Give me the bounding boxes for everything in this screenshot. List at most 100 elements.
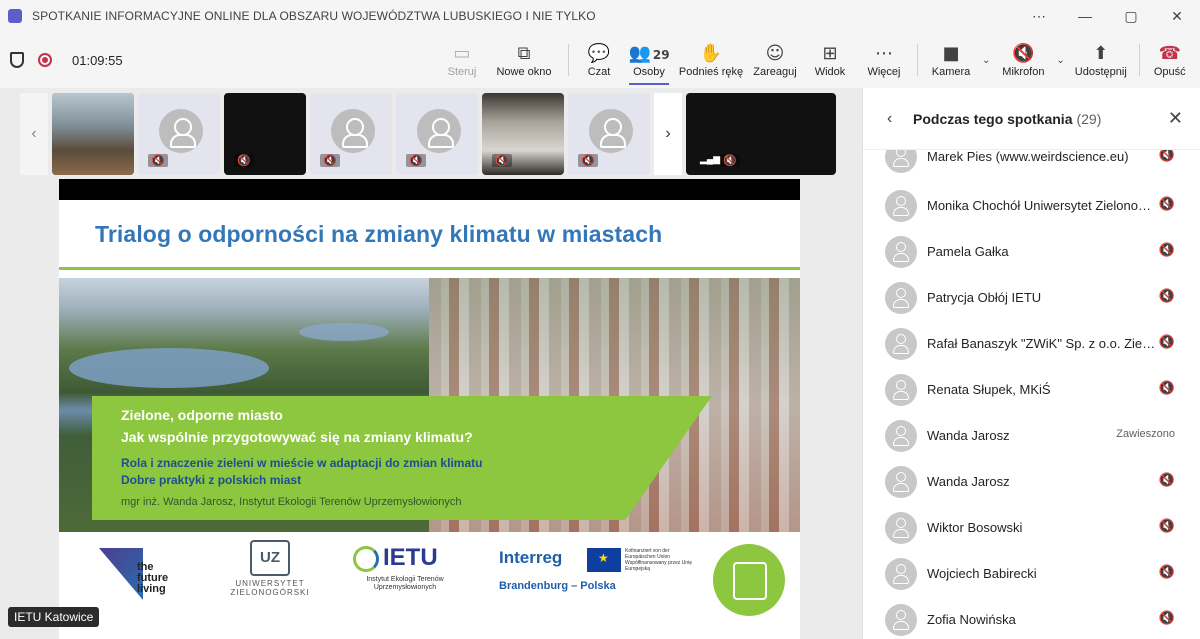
window-title: SPOTKANIE INFORMACYJNE ONLINE DLA OBSZAR… xyxy=(32,9,596,23)
participant-name: Wiktor Bosowski xyxy=(927,520,1023,535)
toolbar-divider xyxy=(568,44,569,76)
participant-row[interactable]: Wiktor Bosowski 🔇 xyxy=(863,505,1200,551)
banner-author: mgr inż. Wanda Jarosz, Instytut Ekologii… xyxy=(121,496,462,508)
teams-logo-icon xyxy=(8,9,22,23)
participant-row[interactable]: Pamela Gałka 🔇 xyxy=(863,229,1200,275)
close-icon[interactable]: ✕ xyxy=(1168,108,1183,129)
avatar xyxy=(885,150,917,173)
panel-title: Podczas tego spotkania xyxy=(913,110,1073,127)
avatar xyxy=(885,190,917,222)
mic-off-icon: 🔇 xyxy=(1158,565,1175,580)
video-tile[interactable]: 🔇 xyxy=(224,93,306,175)
more-options-icon[interactable]: ⋯ xyxy=(1016,8,1062,25)
chat-button[interactable]: 💬 Czat xyxy=(577,32,621,88)
leave-button[interactable]: ☎ Opuść xyxy=(1148,32,1192,88)
hang-up-icon: ☎ xyxy=(1158,43,1181,64)
chevron-left-icon[interactable]: ‹ xyxy=(20,93,48,175)
meeting-toolbar: 01:09:55 ▭ Steruj ⧉ Nowe okno 💬 Czat 👥 29… xyxy=(0,32,1200,88)
participant-row[interactable]: Monika Chochół Uniwersytet Zielonogórski… xyxy=(863,183,1200,229)
video-tile[interactable]: 🔇 xyxy=(310,93,392,175)
shared-presentation: Trialog o odporności na zmiany klimatu w… xyxy=(59,179,800,639)
more-button[interactable]: ⋯ Więcej xyxy=(859,32,909,88)
slide-title: Trialog o odporności na zmiany klimatu w… xyxy=(95,221,663,247)
people-button[interactable]: 👥 29 Osoby xyxy=(625,32,673,88)
mic-off-icon: 🔇 xyxy=(320,154,340,167)
signal-icon: ▂▄▆ xyxy=(700,154,721,164)
mic-off-icon: 🔇 xyxy=(1158,473,1175,488)
avatar xyxy=(417,109,461,153)
mic-off-icon: 🔇 xyxy=(1158,289,1175,304)
participant-name: Marek Pies (www.weirdscience.eu) xyxy=(927,150,1129,164)
video-tile[interactable]: 🔇 xyxy=(138,93,220,175)
participant-row[interactable]: Marek Pies (www.weirdscience.eu) 🔇 xyxy=(863,150,1200,180)
raise-hand-button[interactable]: ✋ Podnieś rękę xyxy=(677,32,745,88)
maximize-icon[interactable]: ▢ xyxy=(1108,8,1154,25)
video-tile[interactable]: 🔇 xyxy=(482,93,564,175)
steruj-button[interactable]: ▭ Steruj xyxy=(440,32,484,88)
minimize-icon[interactable]: — xyxy=(1062,8,1108,24)
participant-name: Monika Chochół Uniwersytet Zielonogórski xyxy=(927,198,1157,213)
avatar xyxy=(885,420,917,452)
panel-header: ‹ Podczas tego spotkania (29) ✕ xyxy=(863,88,1200,150)
participants-panel: ‹ Podczas tego spotkania (29) ✕ Marek Pi… xyxy=(862,88,1200,639)
participant-row[interactable]: Rafał Banaszyk "ZWiK" Sp. z o.o. Zielona… xyxy=(863,321,1200,367)
partner-logos: the future living UZ UNIWERSYTET ZIELONO… xyxy=(59,532,800,639)
banner-heading: Zielone, odporne miasto xyxy=(121,407,283,423)
participant-name: Pamela Gałka xyxy=(927,244,1009,259)
mic-off-icon: 🔇 xyxy=(1158,519,1175,534)
participant-count: (29) xyxy=(1076,110,1102,127)
chevron-right-icon[interactable]: › xyxy=(654,93,682,175)
chevron-down-icon[interactable]: ⌄ xyxy=(982,55,990,66)
window-controls: ⋯ — ▢ ✕ xyxy=(1016,8,1200,25)
participant-row[interactable]: Wanda Jarosz Zawieszono xyxy=(863,413,1200,459)
participant-row[interactable]: Patrycja Obłój IETU 🔇 xyxy=(863,275,1200,321)
close-window-icon[interactable]: ✕ xyxy=(1154,8,1200,25)
camera-icon: ■ xyxy=(942,43,960,64)
hand-icon: ✋ xyxy=(699,43,723,64)
camera-button[interactable]: ■ Kamera xyxy=(926,32,976,88)
participant-row[interactable]: Wojciech Babirecki 🔇 xyxy=(863,551,1200,597)
mic-off-icon: 🔇 xyxy=(1158,197,1175,212)
video-tile[interactable]: ▂▄▆ 🔇 xyxy=(686,93,836,175)
eu-flag-icon xyxy=(587,548,621,572)
mic-off-icon: 🔇 xyxy=(1158,335,1175,350)
mic-off-icon: 🔇 xyxy=(1158,243,1175,258)
mic-off-icon: 🔇 xyxy=(406,154,426,167)
shield-icon[interactable] xyxy=(10,52,24,68)
slide-divider xyxy=(59,267,800,270)
avatar xyxy=(885,604,917,636)
participant-row[interactable]: Wanda Jarosz 🔇 xyxy=(863,459,1200,505)
chat-icon: 💬 xyxy=(587,43,611,64)
chevron-left-icon[interactable]: ‹ xyxy=(887,110,907,128)
video-tile[interactable] xyxy=(52,93,134,175)
recording-icon xyxy=(38,53,52,67)
avatar xyxy=(885,512,917,544)
new-window-button[interactable]: ⧉ Nowe okno xyxy=(488,32,560,88)
view-button[interactable]: ⊞ Widok xyxy=(807,32,853,88)
ietu-logo: IETU Instytut Ekologii Terenów Uprzemysł… xyxy=(353,544,457,604)
avatar xyxy=(885,374,917,406)
share-button[interactable]: ⬆ Udostępnij xyxy=(1071,32,1131,88)
mic-off-icon: 🔇 xyxy=(720,154,740,167)
mic-off-icon: 🔇 xyxy=(1012,43,1035,64)
interreg-logo: Interreg Kofinanziert von der Europäisch… xyxy=(499,548,699,608)
react-button[interactable]: ☺ Zareaguj xyxy=(747,32,803,88)
participant-name: Wanda Jarosz xyxy=(927,428,1010,443)
toolbar-divider xyxy=(1138,44,1140,76)
participant-row[interactable]: Renata Słupek, MKiŚ 🔇 xyxy=(863,367,1200,413)
share-icon: ⬆ xyxy=(1093,43,1109,64)
presenter-label: IETU Katowice xyxy=(8,607,100,627)
microphone-button[interactable]: 🔇 Mikrofon xyxy=(996,32,1050,88)
video-feed-image xyxy=(52,93,134,175)
people-count: 29 xyxy=(652,48,670,62)
avatar xyxy=(885,466,917,498)
participant-name: Rafał Banaszyk "ZWiK" Sp. z o.o. Zielona… xyxy=(927,336,1157,351)
meeting-stage: ‹ 🔇 🔇 🔇 🔇 🔇 🔇 › ▂▄▆ 🔇 Trialog o odpornoś… xyxy=(0,88,862,639)
chevron-down-icon[interactable]: ⌄ xyxy=(1056,55,1064,66)
video-tile[interactable]: 🔇 xyxy=(568,93,650,175)
future-living-logo: the future living xyxy=(99,548,171,602)
video-tile[interactable]: 🔇 xyxy=(396,93,478,175)
toolbar-divider xyxy=(917,44,918,76)
participant-row[interactable]: Zofia Nowińska 🔇 xyxy=(863,597,1200,639)
green-circle-logo xyxy=(713,544,785,616)
